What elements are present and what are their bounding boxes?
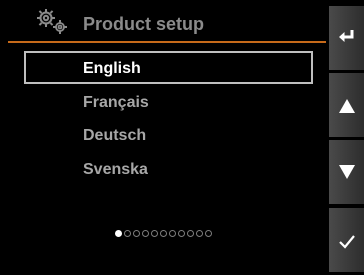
page-dot (205, 230, 212, 237)
page-dot (178, 230, 185, 237)
confirm-button[interactable] (329, 208, 364, 272)
page-title: Product setup (83, 14, 205, 34)
product-setup-screen: Product setup English Français Deutsch S… (0, 0, 364, 275)
arrow-down-icon (339, 165, 355, 179)
header: Product setup (0, 0, 327, 40)
back-button[interactable] (329, 6, 364, 70)
language-label: Deutsch (83, 127, 147, 144)
selection-highlight (24, 51, 313, 84)
page-dot (196, 230, 203, 237)
page-indicator (115, 230, 212, 237)
page-dot (142, 230, 149, 237)
arrow-up-icon (339, 99, 355, 113)
language-option-english[interactable]: English (0, 51, 327, 85)
scroll-up-button[interactable] (329, 73, 364, 137)
back-arrow-icon (339, 30, 354, 42)
language-label: English (83, 60, 141, 77)
page-dot (151, 230, 158, 237)
language-label: Svenska (83, 161, 148, 178)
page-dot (169, 230, 176, 237)
side-button-panel (327, 0, 364, 275)
language-option-deutsch[interactable]: Deutsch (0, 120, 327, 154)
gears-icon (34, 7, 74, 37)
page-dot (160, 230, 167, 237)
checkmark-icon (339, 235, 355, 249)
page-dot (124, 230, 131, 237)
page-dot (187, 230, 194, 237)
language-label: Français (83, 94, 149, 111)
page-dot (133, 230, 140, 237)
scroll-down-button[interactable] (329, 140, 364, 204)
page-dot-active (115, 230, 122, 237)
header-divider (8, 41, 326, 43)
language-option-svenska[interactable]: Svenska (0, 154, 327, 188)
language-option-francais[interactable]: Français (0, 87, 327, 121)
